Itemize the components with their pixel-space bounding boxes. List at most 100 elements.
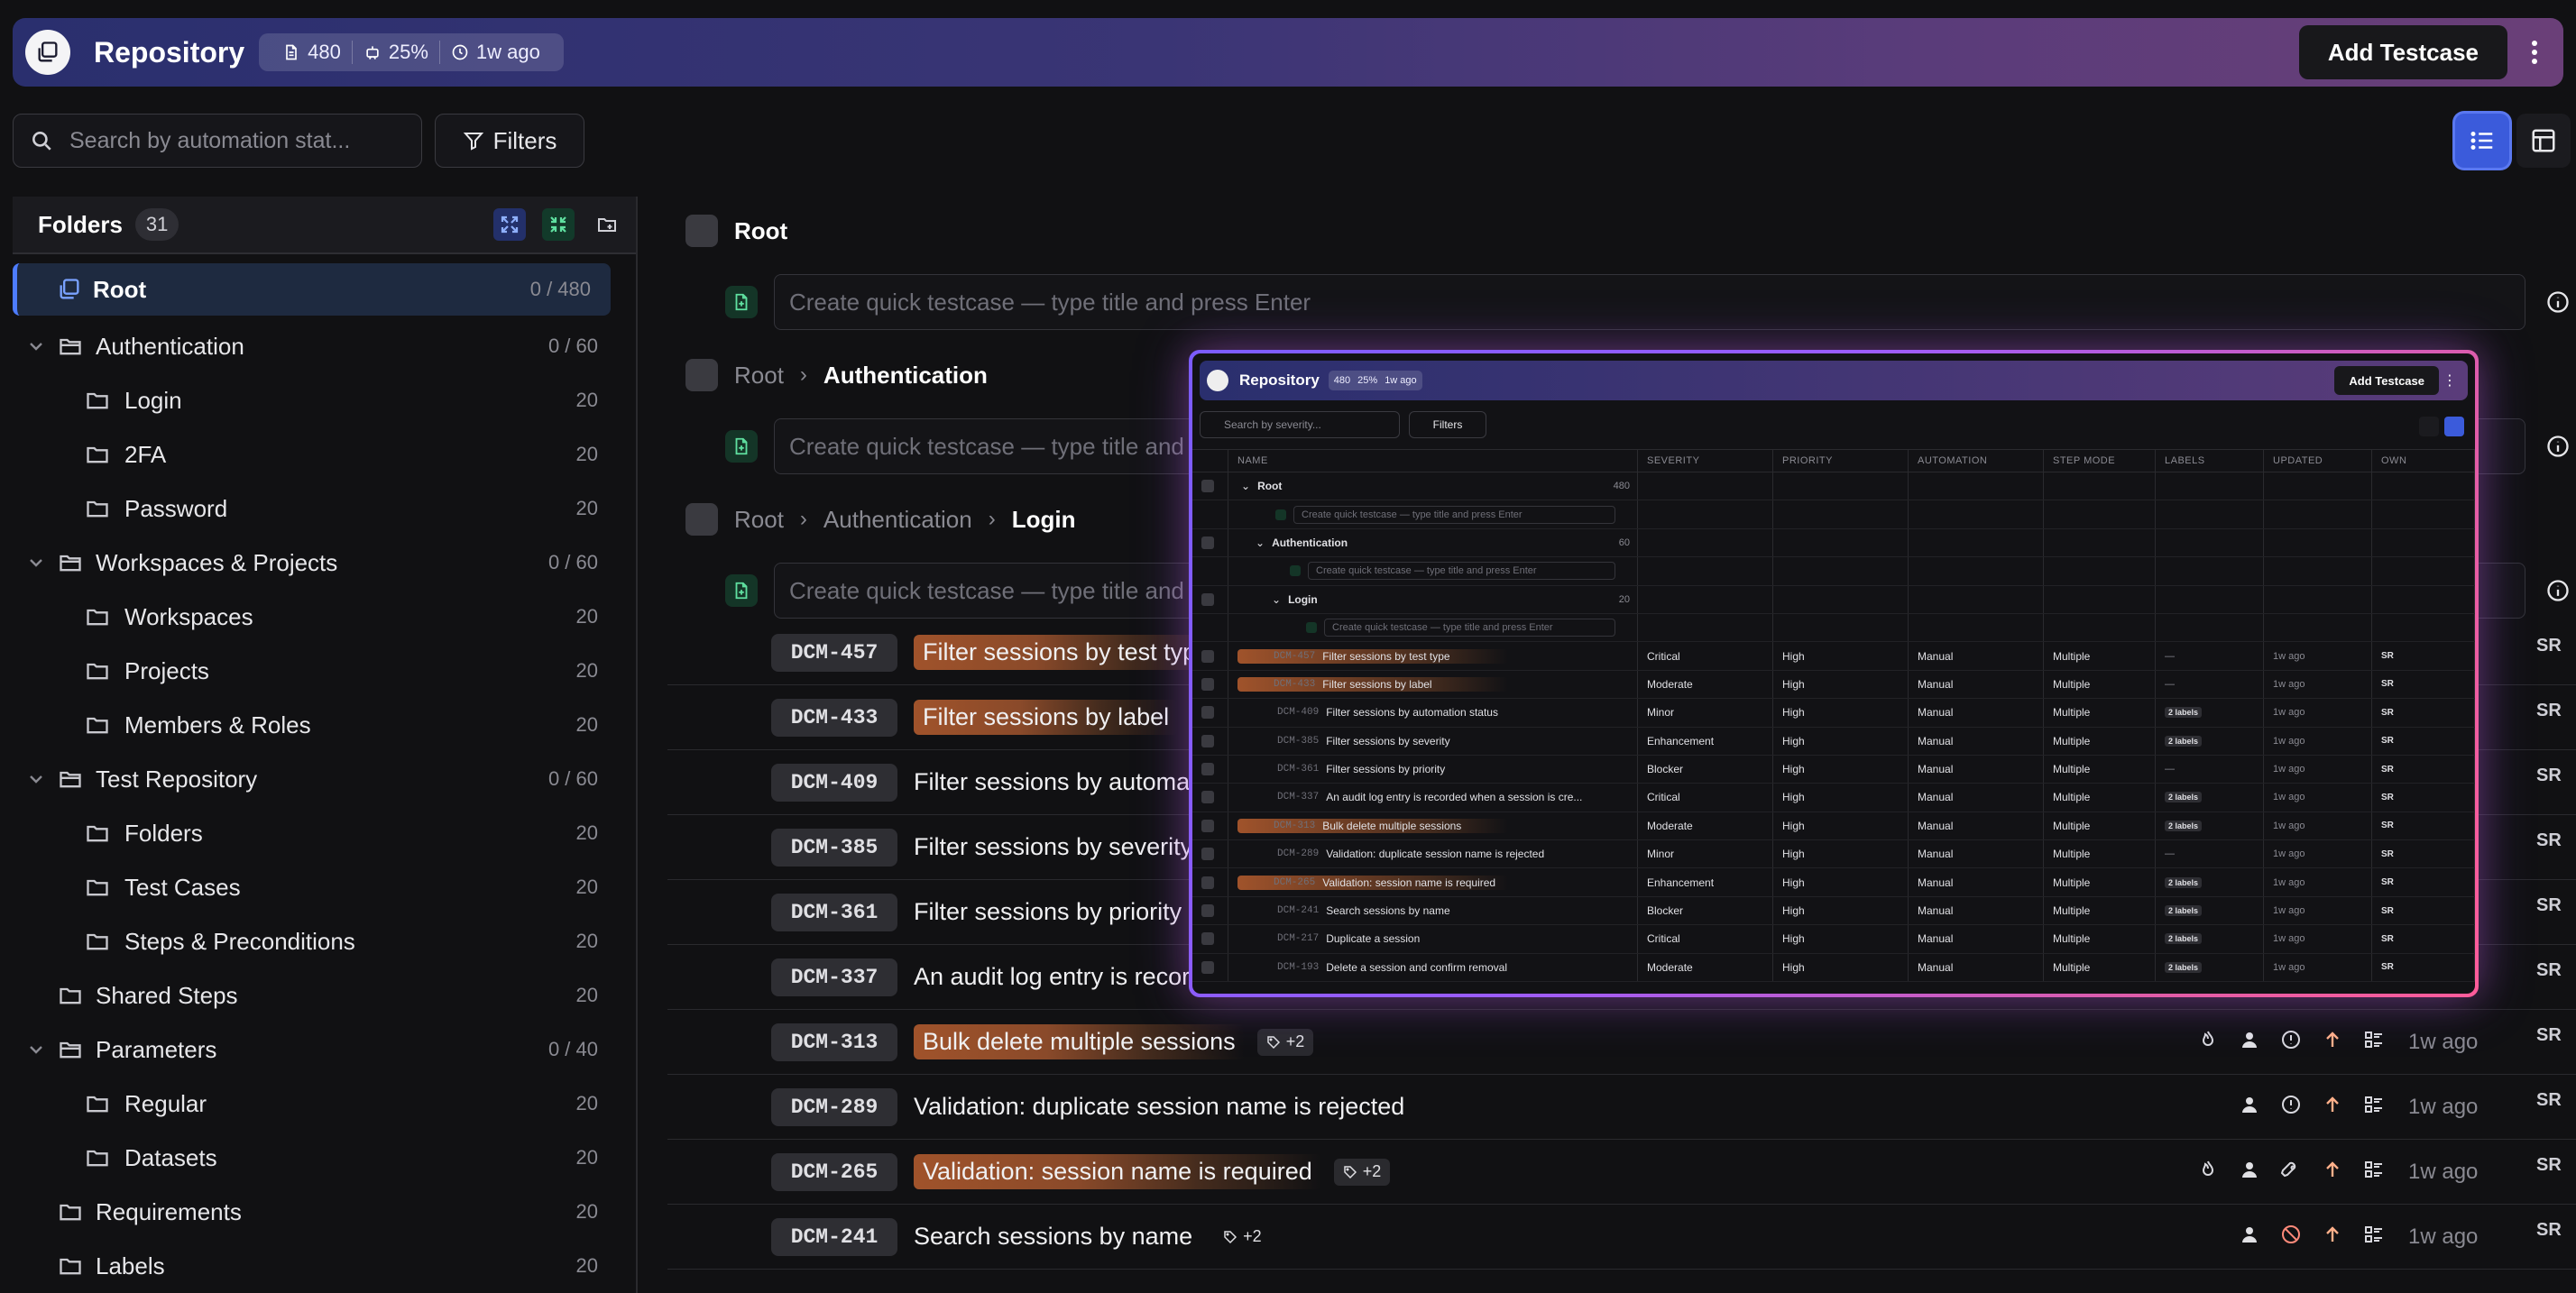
testcase-title[interactable]: Bulk delete multiple sessions <box>914 1024 1245 1059</box>
preview-testcase-row[interactable]: DCM-409 Filter sessions by automation sta… <box>1192 699 2475 728</box>
select-checkbox[interactable] <box>1201 876 1214 889</box>
preview-testcase-row[interactable]: DCM-361 Filter sessions by priority Blocke… <box>1192 755 2475 784</box>
preview-quick-input[interactable]: Create quick testcase — type title and p… <box>1324 619 1615 637</box>
sidebar-folder-item[interactable]: Datasets 20 <box>13 1131 636 1185</box>
testcase-title[interactable]: An audit log entry is recor <box>914 959 1199 995</box>
preview-folder-row[interactable]: ⌄ Authentication 60 <box>1192 528 2475 558</box>
label-badge[interactable]: +2 <box>1214 1224 1271 1251</box>
crumb-root[interactable]: Root <box>734 217 787 245</box>
column-header[interactable]: PRIORITY <box>1773 450 1909 472</box>
preview-testcase-row[interactable]: DCM-457 Filter sessions by test type Criti… <box>1192 642 2475 671</box>
select-checkbox[interactable] <box>1201 791 1214 804</box>
column-header[interactable]: AUTOMATION <box>1909 450 2044 472</box>
sidebar-folder-item[interactable]: Test Cases 20 <box>13 860 636 914</box>
select-checkbox[interactable] <box>685 215 718 247</box>
column-header[interactable]: SEVERITY <box>1638 450 1773 472</box>
sidebar-folder-item[interactable]: Folders 20 <box>13 806 636 860</box>
list-view-button[interactable] <box>2455 114 2509 168</box>
preview-folder-row[interactable]: ⌄ Root 480 <box>1192 472 2475 501</box>
preview-testcase-row[interactable]: DCM-289 Validation: duplicate session nam… <box>1192 840 2475 869</box>
column-header[interactable]: OWN <box>2372 450 2475 472</box>
select-checkbox[interactable] <box>1201 706 1214 720</box>
quick-testcase-input[interactable]: Create quick testcase — type title and p… <box>774 274 2525 330</box>
label-badge[interactable]: +2 <box>1333 1158 1391 1186</box>
testcase-title[interactable]: Filter sessions by priority <box>914 894 1191 930</box>
add-file-icon <box>725 286 758 318</box>
sidebar-folder-item[interactable]: Parameters 0 / 40 <box>13 1022 636 1077</box>
sidebar-folder-item[interactable]: Workspaces & Projects 0 / 60 <box>13 536 636 590</box>
testcase-title[interactable]: Filter sessions by automat <box>914 765 1206 800</box>
preview-testcase-row[interactable]: DCM-217 Duplicate a session Critical High Ma… <box>1192 925 2475 954</box>
sidebar-folder-item[interactable]: Regular 20 <box>13 1077 636 1131</box>
grid-view-icon[interactable] <box>2444 417 2464 436</box>
crumb-root[interactable]: Root <box>734 506 784 534</box>
preview-quick-input[interactable]: Create quick testcase — type title and p… <box>1293 505 1615 524</box>
select-checkbox[interactable] <box>1201 960 1214 974</box>
grid-view-button[interactable] <box>2516 114 2571 168</box>
preview-add-testcase-button[interactable]: Add Testcase <box>2334 366 2439 395</box>
sidebar-folder-item[interactable]: Steps & Preconditions 20 <box>13 914 636 968</box>
testcase-title[interactable]: Validation: duplicate session name is re… <box>914 1089 1413 1124</box>
testcase-title[interactable]: Filter sessions by test type <box>914 635 1219 670</box>
testcase-title[interactable]: Validation: session name is required <box>914 1154 1321 1189</box>
column-header[interactable]: LABELS <box>2156 450 2264 472</box>
select-checkbox[interactable] <box>1201 819 1214 832</box>
crumb-authentication[interactable]: Authentication <box>823 506 972 534</box>
search-input[interactable] <box>69 127 405 154</box>
sidebar-folder-item[interactable]: Shared Steps 20 <box>13 968 636 1022</box>
crumb-login[interactable]: Login <box>1012 506 1076 534</box>
sidebar-folder-item[interactable]: Login 20 <box>13 373 636 427</box>
select-checkbox[interactable] <box>1201 677 1214 691</box>
preview-quick-input[interactable]: Create quick testcase — type title and p… <box>1308 562 1615 581</box>
preview-testcase-row[interactable]: DCM-193 Delete a session and confirm remo… <box>1192 953 2475 983</box>
testcase-row[interactable]: DCM-289 Validation: duplicate session nam… <box>667 1075 2576 1140</box>
preview-folder-row[interactable]: ⌄ Login 20 <box>1192 585 2475 614</box>
sidebar-folder-item[interactable]: Workspaces 20 <box>13 590 636 644</box>
expand-all-button[interactable] <box>493 208 526 241</box>
preview-testcase-row[interactable]: DCM-337 An audit log entry is recorded wh… <box>1192 784 2475 812</box>
select-checkbox[interactable] <box>1201 734 1214 747</box>
label-badge[interactable]: +2 <box>1256 1028 1314 1056</box>
column-header[interactable]: STEP MODE <box>2044 450 2156 472</box>
testcase-row[interactable]: DCM-313 Bulk delete multiple sessions +2 1w… <box>667 1010 2576 1075</box>
select-checkbox[interactable] <box>1201 932 1214 946</box>
testcase-title[interactable]: Filter sessions by label <box>914 700 1179 735</box>
select-checkbox[interactable] <box>1201 763 1214 776</box>
preview-search-input[interactable]: Search by severity... <box>1200 411 1400 438</box>
select-checkbox[interactable] <box>685 503 718 536</box>
select-checkbox[interactable] <box>1201 848 1214 861</box>
select-checkbox[interactable] <box>1201 649 1214 663</box>
preview-testcase-row[interactable]: DCM-433 Filter sessions by label Moderate H… <box>1192 670 2475 700</box>
sidebar-folder-item[interactable]: Test Repository 0 / 60 <box>13 752 636 806</box>
preview-testcase-row[interactable]: DCM-265 Validation: session name is requi… <box>1192 868 2475 897</box>
select-checkbox[interactable] <box>1201 904 1214 918</box>
list-view-icon[interactable] <box>2419 417 2439 436</box>
column-header[interactable]: NAME <box>1228 450 1638 472</box>
sidebar-folder-item[interactable]: 2FA 20 <box>13 427 636 481</box>
sidebar-folder-item[interactable]: Projects 20 <box>13 644 636 698</box>
testcase-row[interactable]: DCM-241 Search sessions by name +2 1w ago SR <box>667 1205 2576 1270</box>
testcase-title[interactable]: Filter sessions by severity <box>914 830 1201 865</box>
sidebar-folder-item[interactable]: Members & Roles 20 <box>13 698 636 752</box>
sidebar-folder-item[interactable]: Labels 20 <box>13 1239 636 1293</box>
collapse-all-button[interactable] <box>542 208 575 241</box>
testcase-title[interactable]: Search sessions by name <box>914 1219 1201 1254</box>
add-testcase-button[interactable]: Add Testcase <box>2298 25 2507 79</box>
preview-filters-button[interactable]: Filters <box>1409 411 1486 438</box>
preview-testcase-row[interactable]: DCM-385 Filter sessions by severity Enhanc… <box>1192 727 2475 756</box>
folder-root[interactable]: Root 0 / 480 <box>13 263 611 316</box>
kebab-icon[interactable]: ⋮ <box>2439 371 2461 390</box>
sidebar-folder-item[interactable]: Requirements 20 <box>13 1185 636 1239</box>
testcase-row[interactable]: DCM-265 Validation: session name is requi… <box>667 1140 2576 1205</box>
column-header[interactable]: UPDATED <box>2264 450 2372 472</box>
sidebar-folder-item[interactable]: Password 20 <box>13 481 636 536</box>
crumb-root[interactable]: Root <box>734 362 784 390</box>
filters-button[interactable]: Filters <box>435 114 584 168</box>
crumb-authentication[interactable]: Authentication <box>823 362 988 390</box>
kebab-icon[interactable] <box>2516 40 2553 65</box>
preview-testcase-row[interactable]: DCM-241 Search sessions by name Blocker Hig… <box>1192 896 2475 926</box>
sidebar-folder-item[interactable]: Authentication 0 / 60 <box>13 319 636 373</box>
new-folder-button[interactable] <box>591 208 623 241</box>
preview-testcase-row[interactable]: DCM-313 Bulk delete multiple sessions Mode… <box>1192 812 2475 841</box>
select-checkbox[interactable] <box>685 359 718 391</box>
